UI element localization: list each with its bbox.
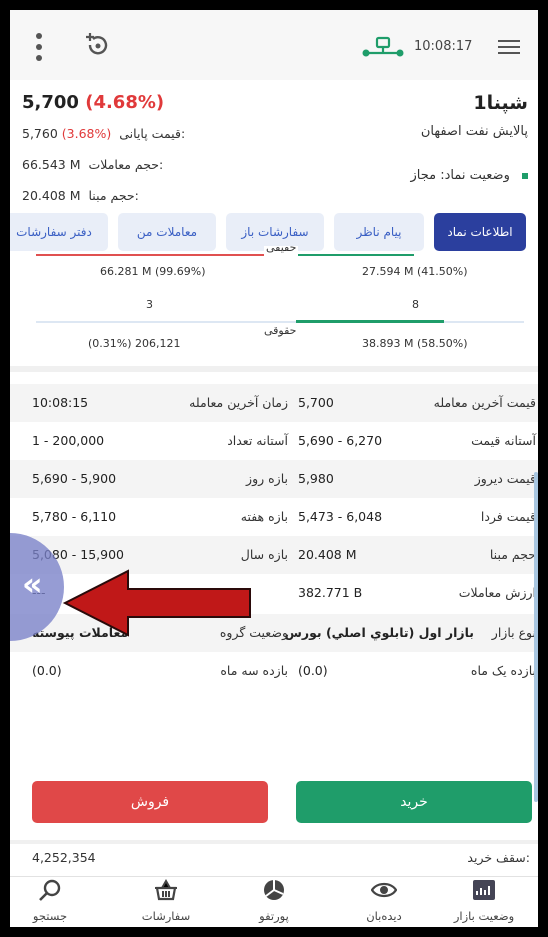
nav-search-label: جستجو (32, 909, 68, 923)
more-vertical-icon[interactable] (34, 32, 44, 62)
nav-orders-label: سفارشات (141, 909, 191, 923)
last-trade-time-label: زمان آخرین معامله (189, 395, 288, 410)
nav-portfolio[interactable]: پورتفو (224, 879, 324, 923)
top-bar: 10:08:17 (10, 10, 538, 80)
tab-order-book[interactable]: دفتر سفارشات (10, 213, 108, 251)
network-icon (362, 36, 404, 57)
change-percent: (4.68%) (85, 92, 165, 113)
ceiling-divider (10, 840, 538, 844)
base-volume-value: 20.408 M (22, 188, 81, 203)
three-month-return-label: بازده سه ماه (220, 663, 288, 678)
company-name: پالایش نفت اصفهان (420, 124, 528, 139)
last-trade-time: 10:08:15 (32, 395, 89, 410)
price-threshold-label: آستانه قیمت (471, 433, 536, 448)
tab-supervisor-message[interactable]: پیام ناظر (334, 213, 424, 251)
individual-buy-bar (298, 254, 414, 256)
double-chevron-left-icon: « (22, 565, 43, 603)
portfolio-icon (264, 880, 284, 900)
day-range-label: بازه روز (246, 471, 288, 486)
nav-watchlist-label: دیده‌بان (366, 909, 402, 923)
detail-row: آستانه قیمت 5,690 - 6,270 آستانه تعداد 1… (10, 422, 538, 460)
year-range-label: بازه سال (240, 547, 288, 562)
symbol-price: 5,700 (4.68%) (22, 92, 164, 113)
status-value: مجاز (410, 168, 437, 183)
final-price-label: قیمت پایانی: (119, 126, 186, 141)
eye-icon (370, 882, 398, 898)
market-type-label: نوع بازار (491, 625, 536, 640)
search-icon (39, 879, 61, 901)
trade-value: 382.771 B (298, 585, 363, 600)
yesterday-price-label: قیمت دیروز (474, 471, 536, 486)
day-range: 5,690 - 5,900 (32, 471, 117, 486)
tomorrow-price: 5,473 - 6,048 (298, 509, 383, 524)
final-price: 5,760 (3.68%) قیمت پایانی: (22, 126, 185, 141)
status-label: وضعیت نماد: (440, 168, 510, 183)
three-month-return: (0.0) (32, 663, 62, 678)
last-trade-price: 5,700 (298, 395, 334, 410)
sell-button[interactable]: فروش (32, 781, 268, 823)
final-price-pct: (3.68%) (61, 126, 112, 141)
market-status-icon (473, 880, 495, 900)
final-price-value: 5,760 (22, 126, 58, 141)
week-range: 5,780 - 6,110 (32, 509, 117, 524)
detail-row: قیمت آخرین معامله 5,700 زمان آخرین معامل… (10, 384, 538, 422)
individual-label: حقیقی (264, 246, 299, 256)
tab-my-trades[interactable]: معاملات من (118, 213, 216, 251)
scrollbar-thumb[interactable] (534, 472, 538, 802)
market-type: بازار اول (تابلوي اصلي) بورس (284, 625, 474, 640)
add-watch-icon[interactable] (84, 32, 112, 58)
legal-label: حقوقی (264, 324, 297, 337)
detail-row: قیمت دیروز 5,980 بازه روز 5,690 - 5,900 (10, 460, 538, 498)
base-volume-detail-label: حجم مبنا (489, 547, 536, 562)
last-price: 5,700 (22, 92, 79, 113)
app-screen: 10:08:17 شپنا1 5,700 (4.68%) پالایش نفت … (10, 10, 538, 927)
buy-button[interactable]: خرید (296, 781, 532, 823)
base-volume-label: حجم مبنا: (88, 188, 139, 203)
trade-value-label: ارزش معاملات (458, 585, 536, 600)
nav-orders[interactable]: سفارشات (116, 878, 216, 923)
nav-market-status[interactable]: وضعیت بازار (434, 879, 534, 923)
symbol-status: وضعیت نماد: مجاز (410, 168, 528, 183)
red-arrow-annotation (62, 569, 251, 637)
individual-sell-bar (36, 254, 284, 256)
nav-market-status-label: وضعیت بازار (453, 909, 515, 923)
tab-symbol-info[interactable]: اطلاعات نماد (434, 213, 526, 251)
nav-search[interactable]: جستجو (10, 879, 100, 923)
yesterday-price: 5,980 (298, 471, 334, 486)
one-month-return: (0.0) (298, 663, 328, 678)
count-threshold: 1 - 200,000 (32, 433, 105, 448)
individual-buy-count: 8 (412, 298, 419, 311)
individual-buy-volume: 27.594 M (41.50%) (362, 265, 468, 278)
base-volume-detail: 20.408 M (298, 547, 357, 562)
legal-buy-volume: 38.893 M (58.50%) (362, 337, 468, 350)
clock-time: 10:08:17 (414, 39, 473, 54)
buy-ceiling-label: سقف خرید: (467, 850, 530, 865)
one-month-return-label: بازده یک ماه (470, 663, 536, 678)
count-threshold-label: آستانه تعداد (227, 433, 288, 448)
status-dot-icon (522, 172, 528, 179)
nav-portfolio-label: پورتفو (259, 909, 289, 923)
section-divider (10, 366, 538, 372)
trade-volume-label: حجم معاملات: (88, 157, 164, 172)
symbol-name: شپنا1 (473, 92, 528, 114)
base-volume: 20.408 M حجم مبنا: (22, 188, 139, 203)
menu-icon[interactable] (498, 39, 520, 55)
individual-sell-count: 3 (146, 298, 153, 311)
trade-volume: 66.543 M حجم معاملات: (22, 157, 163, 172)
basket-icon (155, 878, 177, 901)
detail-row: قیمت فردا 5,473 - 6,048 بازه هفته 5,780 … (10, 498, 538, 536)
buy-ceiling-value: 4,252,354 (32, 850, 96, 865)
price-threshold: 5,690 - 6,270 (298, 433, 383, 448)
trade-volume-value: 66.543 M (22, 157, 81, 172)
legal-sell-volume: (0.31%) 206,121 (88, 337, 181, 350)
detail-row: بازده یک ماه (0.0) بازده سه ماه (0.0) (10, 652, 538, 690)
legal-buy-bar (296, 320, 444, 323)
week-range-label: بازه هفته (240, 509, 288, 524)
individual-sell-volume: 66.281 M (99.69%) (100, 265, 206, 278)
last-trade-price-label: قیمت آخرین معامله (433, 395, 536, 410)
nav-watchlist[interactable]: دیده‌بان (334, 879, 434, 923)
legal-track (36, 321, 524, 323)
tomorrow-price-label: قیمت فردا (480, 509, 536, 524)
bottom-navigation: وضعیت بازار دیده‌بان پورتفو سفارشات (10, 876, 538, 927)
